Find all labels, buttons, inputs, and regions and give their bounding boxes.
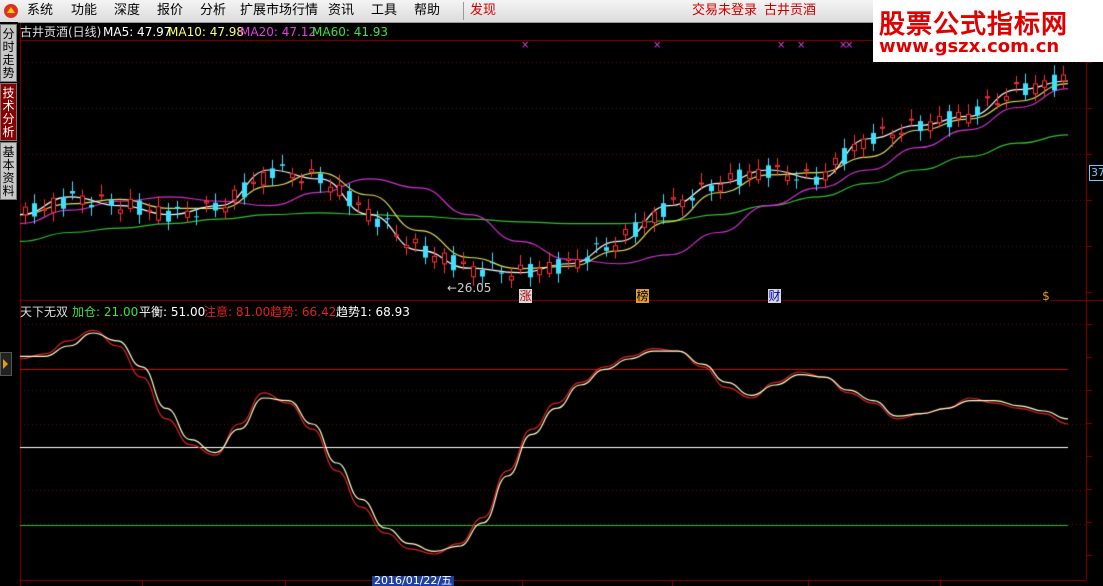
brand-url: www.gszx.com.cn	[879, 36, 1060, 57]
menu-item-analysis[interactable]: 分析	[200, 3, 226, 19]
tab-intraday[interactable]: 分时走势	[0, 24, 17, 82]
ma10-label: MA10: 47.98	[168, 25, 245, 39]
chart-canvas	[0, 0, 1103, 586]
menu-item-system[interactable]: 系统	[27, 3, 53, 19]
indicator-param-trend: 趋势: 66.42	[270, 305, 337, 319]
login-status[interactable]: 交易未登录	[692, 3, 757, 19]
price-axis-tag: 37	[1089, 165, 1103, 181]
event-marker-limit-up[interactable]: 涨	[519, 289, 532, 303]
menu-item-help[interactable]: 帮助	[414, 3, 440, 19]
menu-item-depth[interactable]: 深度	[114, 3, 140, 19]
event-marker-financial[interactable]: 财	[768, 289, 781, 303]
sidebar: 分时走势 技术分析 基本资料	[0, 22, 18, 586]
date-cursor-label: 2016/01/22/五	[372, 576, 455, 586]
indicator-param-add: 加仓: 21.00	[72, 305, 139, 319]
menu-item-discover[interactable]: 发现	[470, 3, 496, 19]
stock-name: 古井贡酒	[764, 3, 817, 18]
indicator-param-caution: 注意: 81.00	[204, 305, 271, 319]
menu-item-quote[interactable]: 报价	[157, 3, 183, 19]
ma20-label: MA20: 47.12	[240, 25, 317, 39]
tab-fundamentals[interactable]: 基本资料	[0, 142, 17, 200]
indicator-param-balance: 平衡: 51.00	[139, 305, 206, 319]
tab-technical[interactable]: 技术分析	[0, 83, 17, 141]
menu-separator	[463, 2, 464, 20]
expand-arrow-icon[interactable]	[0, 352, 12, 376]
tab-intraday-label: 分时走势	[2, 27, 15, 80]
event-marker-dragon-tiger[interactable]: 榜	[636, 289, 649, 303]
indicator-param-trend1: 趋势1: 68.93	[336, 305, 410, 319]
low-price-marker: ←26.05	[447, 281, 492, 295]
tab-fundamentals-label: 基本资料	[2, 145, 15, 198]
brand-watermark: 股票公式指标网 www.gszx.com.cn	[873, 0, 1103, 62]
menu-item-function[interactable]: 功能	[71, 3, 97, 19]
indicator-name: 天下无双	[20, 305, 69, 319]
menu-item-news[interactable]: 资讯	[328, 3, 354, 19]
ma60-label: MA60: 41.93	[312, 25, 389, 39]
app-logo-icon	[4, 4, 18, 18]
menu-item-tools[interactable]: 工具	[371, 3, 397, 19]
event-marker-dividend[interactable]: $	[1041, 289, 1051, 303]
ma5-label: MA5: 47.97	[103, 25, 172, 39]
menu-item-extended-market[interactable]: 扩展市场行情	[240, 3, 318, 19]
tab-technical-label: 技术分析	[2, 86, 15, 139]
price-panel-title: 古井贡酒(日线)	[20, 25, 102, 39]
